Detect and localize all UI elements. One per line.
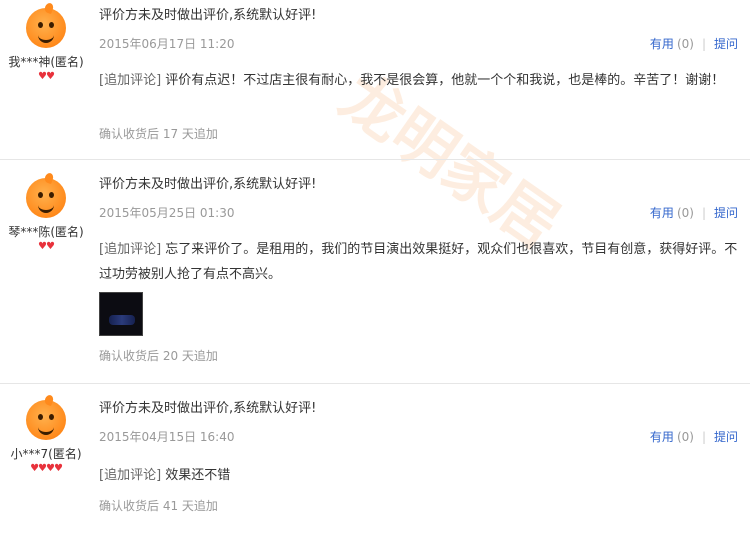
review-item: 我***神(匿名) ♥♥ 评价方未及时做出评价,系统默认好评! 2015年06月… xyxy=(0,0,750,158)
review-item: 小***7(匿名) ♥♥♥♥ 评价方未及时做出评价,系统默认好评! 2015年0… xyxy=(0,390,750,548)
credit-hearts-icon: ♥♥ xyxy=(38,71,55,82)
reviewer: 琴***陈(匿名) ♥♥ xyxy=(0,171,92,252)
append-time: 确认收货后 17 天追加 xyxy=(99,127,218,141)
review-date: 2015年05月25日 01:30 xyxy=(99,206,235,220)
review-text: 评价方未及时做出评价,系统默认好评! xyxy=(99,177,317,192)
review-text: 评价方未及时做出评价,系统默认好评! xyxy=(99,401,317,416)
useful-count: (0) xyxy=(676,37,694,51)
append-tag: [追加评论] xyxy=(99,242,162,257)
ask-button[interactable]: 提问 xyxy=(714,430,738,444)
review-photo-thumbnail[interactable] xyxy=(99,292,143,336)
append-tag: [追加评论] xyxy=(99,73,162,88)
reviewer-name: 小***7(匿名) xyxy=(10,447,82,461)
useful-count: (0) xyxy=(676,430,694,444)
append-comment: [追加评论] 忘了来评价了。是租用的，我们的节目演出效果挺好，观众们也很喜欢，节… xyxy=(99,237,744,287)
action-divider: | xyxy=(701,430,706,444)
reviewer-name: 琴***陈(匿名) xyxy=(8,225,84,239)
avatar[interactable] xyxy=(26,171,66,218)
divider xyxy=(0,159,750,160)
reviewer: 小***7(匿名) ♥♥♥♥ xyxy=(0,393,92,474)
review-actions: 有用 (0) | 提问 xyxy=(650,204,738,221)
review-item: 琴***陈(匿名) ♥♥ 评价方未及时做出评价,系统默认好评! 2015年05月… xyxy=(0,168,750,363)
credit-hearts-icon: ♥♥♥♥ xyxy=(30,463,63,474)
ask-button[interactable]: 提问 xyxy=(714,37,738,51)
useful-button[interactable]: 有用 xyxy=(650,37,674,51)
reviewer: 我***神(匿名) ♥♥ xyxy=(0,1,92,82)
review-actions: 有用 (0) | 提问 xyxy=(650,35,738,52)
append-comment: [追加评论] 效果还不错 xyxy=(99,463,744,488)
useful-count: (0) xyxy=(676,206,694,220)
append-tag: [追加评论] xyxy=(99,468,162,483)
avatar[interactable] xyxy=(26,1,66,48)
useful-button[interactable]: 有用 xyxy=(650,206,674,220)
append-time: 确认收货后 41 天追加 xyxy=(99,499,218,513)
review-text: 评价方未及时做出评价,系统默认好评! xyxy=(99,8,317,23)
append-text: 效果还不错 xyxy=(161,468,231,483)
append-text: 评价有点迟！不过店主很有耐心，我不是很会算，他就一个个和我说，也是棒的。辛苦了！… xyxy=(161,73,725,88)
review-date: 2015年04月15日 16:40 xyxy=(99,430,235,444)
action-divider: | xyxy=(701,206,706,220)
action-divider: | xyxy=(701,37,706,51)
credit-hearts-icon: ♥♥ xyxy=(38,241,55,252)
reviewer-name: 我***神(匿名) xyxy=(8,55,84,69)
append-text: 忘了来评价了。是租用的，我们的节目演出效果挺好，观众们也很喜欢，节目有创意，获得… xyxy=(99,242,738,282)
divider xyxy=(0,383,750,384)
avatar[interactable] xyxy=(26,393,66,440)
useful-button[interactable]: 有用 xyxy=(650,430,674,444)
ask-button[interactable]: 提问 xyxy=(714,206,738,220)
append-time: 确认收货后 20 天追加 xyxy=(99,349,218,363)
append-comment: [追加评论] 评价有点迟！不过店主很有耐心，我不是很会算，他就一个个和我说，也是… xyxy=(99,68,744,93)
review-actions: 有用 (0) | 提问 xyxy=(650,428,738,445)
review-date: 2015年06月17日 11:20 xyxy=(99,37,235,51)
